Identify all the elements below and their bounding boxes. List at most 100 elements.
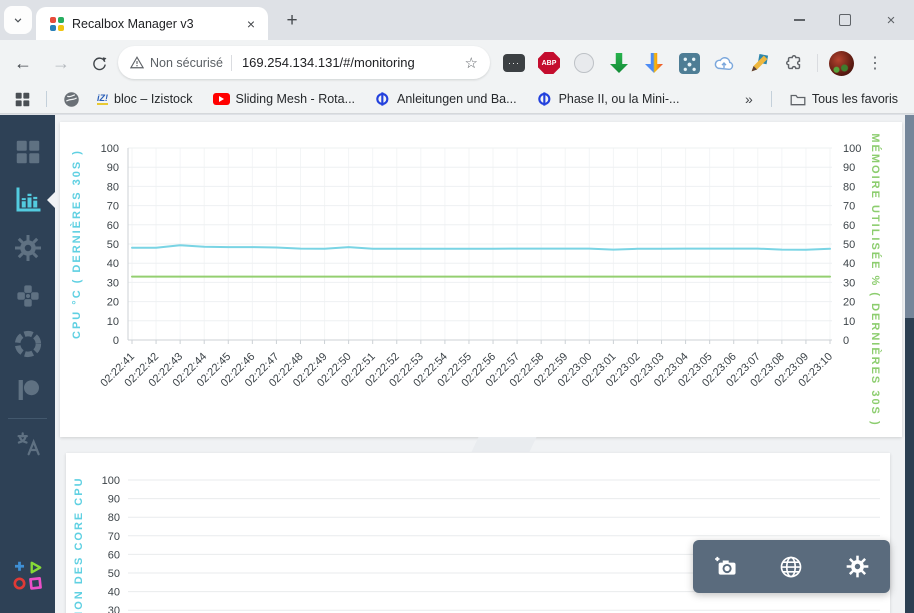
forward-button[interactable]: →	[46, 48, 76, 78]
sidebar-item-dashboard[interactable]	[13, 137, 43, 167]
new-tab-button[interactable]: +	[280, 9, 304, 33]
url-bar[interactable]: Non sécurisé 169.254.134.131/#/monitorin…	[118, 46, 490, 79]
tab-title: Recalbox Manager v3	[72, 17, 242, 31]
izistock-icon: iZ!	[97, 94, 108, 105]
svg-text:50: 50	[108, 568, 120, 580]
tab-strip: Recalbox Manager v3 × + ×	[0, 0, 914, 40]
sidebar-item-patreon[interactable]	[13, 375, 43, 405]
youtube-icon	[213, 93, 230, 105]
svg-text:50: 50	[107, 239, 119, 251]
svg-text:60: 60	[108, 549, 120, 561]
gear-icon	[13, 233, 43, 263]
reload-button[interactable]	[84, 48, 114, 78]
svg-text:10: 10	[107, 316, 119, 328]
toolbar-divider	[817, 54, 818, 72]
camera-plus-icon	[713, 554, 739, 580]
apps-grid-icon[interactable]	[10, 87, 34, 111]
window-controls: ×	[776, 0, 914, 40]
recalbox-manager-app: 0010102020303040405050606070708080909010…	[0, 115, 914, 613]
globe-button[interactable]	[771, 547, 811, 587]
svg-text:30: 30	[843, 277, 855, 289]
browser-toolbar: ← → Non sécurisé 169.254.134.131/#/monit…	[0, 40, 914, 85]
folder-icon	[790, 93, 806, 106]
bookmarks-overflow-chevron[interactable]: »	[739, 91, 759, 107]
teal-grid-icon[interactable]	[677, 51, 701, 75]
svg-text:90: 90	[107, 162, 119, 174]
bookmarks-divider	[771, 91, 772, 107]
svg-text:0: 0	[113, 335, 119, 347]
bookmark-izistock[interactable]: iZ! bloc – Izistock	[91, 90, 199, 108]
globe-icon	[778, 554, 804, 580]
pill-divider	[231, 55, 232, 71]
scrollbar-thumb[interactable]	[905, 115, 914, 318]
url-text[interactable]: 169.254.134.131/#/monitoring	[242, 55, 459, 70]
svg-text:70: 70	[107, 201, 119, 213]
svg-text:40: 40	[107, 258, 119, 270]
svg-text:10: 10	[843, 316, 855, 328]
settings-button[interactable]	[837, 547, 877, 587]
adblock-plus-icon[interactable]: ABP	[537, 51, 561, 75]
close-button[interactable]: ×	[868, 0, 914, 40]
svg-text:100: 100	[101, 143, 119, 155]
recalbox-favicon	[50, 17, 64, 31]
download-arrow-icon[interactable]	[607, 51, 631, 75]
sidebar-item-translate[interactable]	[13, 428, 43, 458]
gear-icon	[845, 554, 870, 579]
svg-text:30: 30	[107, 277, 119, 289]
bookmarks-bar: iZ! bloc – Izistock Sliding Mesh - Rota.…	[0, 85, 914, 114]
browser-tab[interactable]: Recalbox Manager v3 ×	[36, 7, 268, 40]
sidebar-item-controllers[interactable]	[13, 281, 43, 311]
svg-text:40: 40	[108, 587, 120, 599]
reload-icon	[91, 55, 108, 72]
svg-text:40: 40	[843, 258, 855, 270]
sidebar-item-screenshots[interactable]	[13, 329, 43, 359]
recalbox-logo[interactable]	[11, 558, 45, 592]
cpu-memory-line-chart: 0010102020303040405050606070708080909010…	[60, 122, 902, 442]
svg-text:90: 90	[108, 494, 120, 506]
colorful-arrow-icon[interactable]	[642, 51, 666, 75]
svg-text:MÉMOIRE UTILISÉE % ( DERNIÈRES: MÉMOIRE UTILISÉE % ( DERNIÈRES 30S )	[869, 133, 882, 426]
bookmark-anleitungen[interactable]: Anleitungen und Ba...	[369, 89, 523, 109]
browser-menu-icon[interactable]: ⋮	[865, 53, 885, 73]
phi-logo-icon	[537, 91, 553, 107]
sidebar-divider	[8, 418, 47, 419]
page-scrollbar[interactable]	[905, 115, 914, 613]
active-item-indicator	[47, 192, 55, 208]
globe-bookmark-icon[interactable]	[59, 87, 83, 111]
extensions-row: ··· ABP ⋮	[502, 48, 885, 78]
tab-close-icon[interactable]: ×	[242, 15, 260, 33]
cloud-upload-icon[interactable]	[712, 51, 736, 75]
bookmark-star-icon[interactable]: ☆	[465, 54, 478, 72]
svg-text:20: 20	[843, 297, 855, 309]
screenshot-button[interactable]	[706, 547, 746, 587]
svg-text:50: 50	[843, 239, 855, 251]
floating-action-toolbar	[693, 540, 890, 593]
extension-blob-icon[interactable]	[572, 51, 596, 75]
shutter-icon	[13, 329, 43, 359]
translate-icon	[13, 428, 43, 458]
tab-search-button[interactable]	[4, 6, 32, 34]
svg-text:0: 0	[843, 335, 849, 347]
dashboard-icon	[13, 137, 43, 167]
svg-text:100: 100	[102, 475, 120, 487]
extensions-puzzle-icon[interactable]	[782, 51, 806, 75]
back-button[interactable]: ←	[8, 48, 38, 78]
security-label[interactable]: Non sécurisé	[150, 56, 223, 70]
extension-sidebar-icon[interactable]: ···	[502, 51, 526, 75]
sidebar-item-settings[interactable]	[13, 233, 43, 263]
svg-text:60: 60	[843, 220, 855, 232]
chevron-down-icon	[11, 13, 25, 27]
minimize-button[interactable]	[776, 0, 822, 40]
bookmark-sliding-mesh[interactable]: Sliding Mesh - Rota...	[207, 90, 362, 108]
svg-text:80: 80	[843, 181, 855, 193]
sidebar-item-monitoring[interactable]	[13, 185, 43, 215]
bar-chart-icon	[13, 185, 43, 215]
maximize-button[interactable]	[822, 0, 868, 40]
all-bookmarks-button[interactable]: Tous les favoris	[784, 90, 904, 108]
pencil-edit-icon[interactable]	[747, 51, 771, 75]
bookmark-phase-ii[interactable]: Phase II, ou la Mini-...	[531, 89, 686, 109]
svg-text:80: 80	[108, 512, 120, 524]
patreon-icon	[13, 375, 43, 405]
bookmarks-divider	[46, 91, 47, 107]
profile-avatar[interactable]	[829, 51, 854, 76]
